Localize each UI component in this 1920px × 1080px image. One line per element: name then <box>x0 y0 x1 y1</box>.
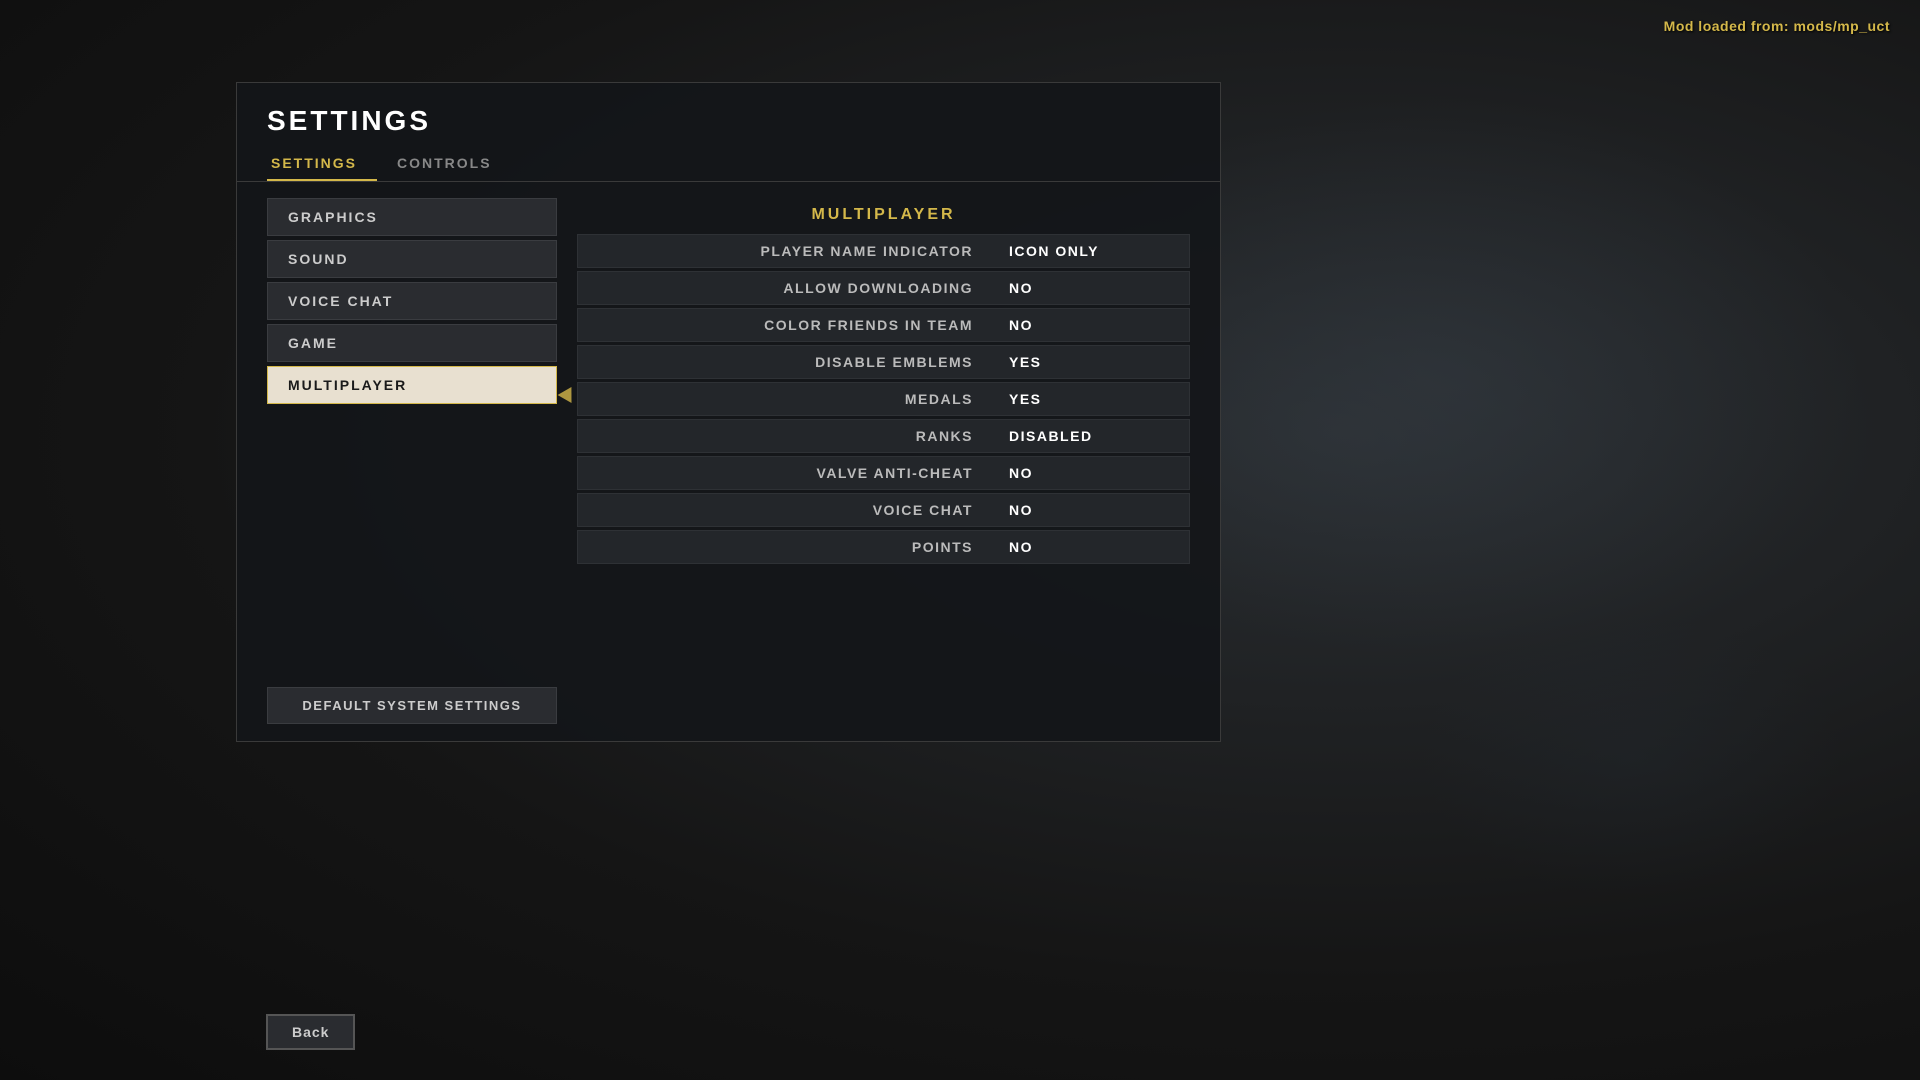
setting-label-medals: MEDALS <box>578 383 989 415</box>
sidebar-item-sound[interactable]: SOUND <box>267 240 557 278</box>
dialog-title: SETTINGS <box>237 83 1220 147</box>
setting-row-color-friends-in-team[interactable]: COLOR FRIENDS IN TEAM NO <box>577 308 1190 342</box>
setting-value-color-friends-in-team: NO <box>989 309 1189 341</box>
setting-value-player-name-indicator: ICON ONLY <box>989 235 1189 267</box>
setting-label-voice-chat: VOICE CHAT <box>578 494 989 526</box>
tab-controls[interactable]: CONTROLS <box>393 147 512 181</box>
setting-value-voice-chat: NO <box>989 494 1189 526</box>
sidebar-item-game[interactable]: GAME <box>267 324 557 362</box>
sidebar: GRAPHICS SOUND VOICE CHAT GAME MULTIPLAY… <box>267 198 557 724</box>
sidebar-item-voice-chat[interactable]: VOICE CHAT <box>267 282 557 320</box>
tab-settings[interactable]: SETTINGS <box>267 147 377 181</box>
sidebar-item-multiplayer[interactable]: MULTIPLAYER <box>267 366 557 404</box>
setting-label-ranks: RANKS <box>578 420 989 452</box>
setting-value-disable-emblems: YES <box>989 346 1189 378</box>
setting-row-medals[interactable]: MEDALS YES <box>577 382 1190 416</box>
content-area: GRAPHICS SOUND VOICE CHAT GAME MULTIPLAY… <box>237 182 1220 740</box>
setting-row-allow-downloading[interactable]: ALLOW DOWNLOADING NO <box>577 271 1190 305</box>
setting-label-points: POINTS <box>578 531 989 563</box>
setting-row-ranks[interactable]: RANKS DISABLED <box>577 419 1190 453</box>
setting-label-color-friends-in-team: COLOR FRIENDS IN TEAM <box>578 309 989 341</box>
setting-row-disable-emblems[interactable]: DISABLE EMBLEMS YES <box>577 345 1190 379</box>
setting-value-ranks: DISABLED <box>989 420 1189 452</box>
setting-row-player-name-indicator[interactable]: PLAYER NAME INDICATOR ICON ONLY <box>577 234 1190 268</box>
setting-row-valve-anti-cheat[interactable]: VALVE ANTI-CHEAT NO <box>577 456 1190 490</box>
setting-label-allow-downloading: ALLOW DOWNLOADING <box>578 272 989 304</box>
default-system-settings-button[interactable]: DEFAULT SYSTEM SETTINGS <box>267 687 557 724</box>
setting-value-valve-anti-cheat: NO <box>989 457 1189 489</box>
section-title: MULTIPLAYER <box>577 198 1190 234</box>
setting-value-allow-downloading: NO <box>989 272 1189 304</box>
sidebar-item-graphics[interactable]: GRAPHICS <box>267 198 557 236</box>
setting-label-valve-anti-cheat: VALVE ANTI-CHEAT <box>578 457 989 489</box>
setting-row-points[interactable]: POINTS NO <box>577 530 1190 564</box>
tab-bar: SETTINGS CONTROLS <box>237 147 1220 182</box>
right-panel: MULTIPLAYER PLAYER NAME INDICATOR ICON O… <box>577 198 1190 724</box>
setting-row-voice-chat[interactable]: VOICE CHAT NO <box>577 493 1190 527</box>
mod-info: Mod loaded from: mods/mp_uct <box>1664 18 1890 34</box>
sidebar-spacer <box>267 408 557 675</box>
settings-table: PLAYER NAME INDICATOR ICON ONLY ALLOW DO… <box>577 234 1190 564</box>
setting-value-points: NO <box>989 531 1189 563</box>
back-button[interactable]: Back <box>266 1014 355 1050</box>
setting-value-medals: YES <box>989 383 1189 415</box>
settings-dialog: SETTINGS SETTINGS CONTROLS GRAPHICS SOUN… <box>236 82 1221 742</box>
setting-label-player-name-indicator: PLAYER NAME INDICATOR <box>578 235 989 267</box>
setting-label-disable-emblems: DISABLE EMBLEMS <box>578 346 989 378</box>
